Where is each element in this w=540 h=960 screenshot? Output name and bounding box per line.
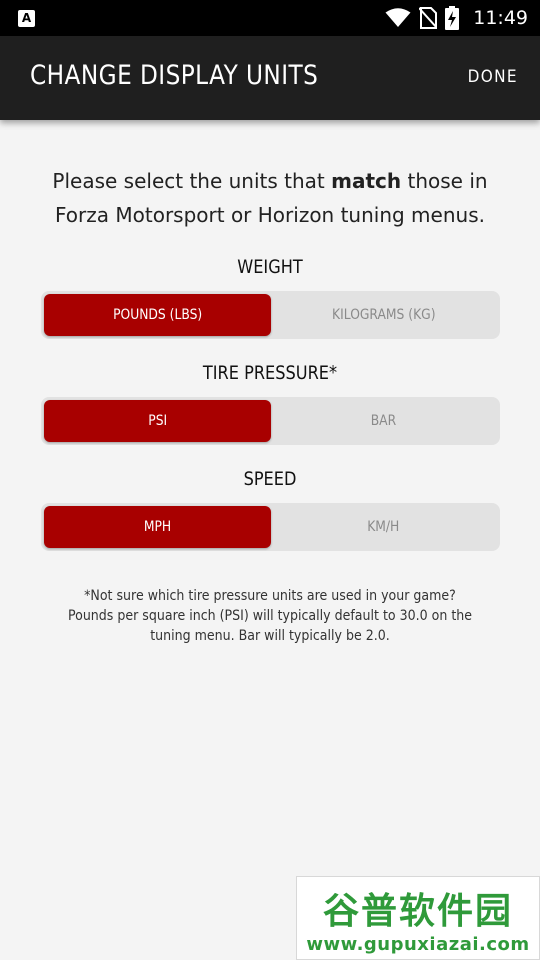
weight-label: WEIGHT bbox=[237, 256, 303, 278]
speed-option-mph-label: MPH bbox=[143, 519, 171, 535]
page-title: CHANGE DISPLAY UNITS bbox=[30, 60, 319, 91]
tire-pressure-unit-selector: PSI BAR bbox=[41, 397, 500, 445]
tire-pressure-option-psi-label: PSI bbox=[147, 413, 167, 429]
tire-pressure-label: TIRE PRESSURE* bbox=[202, 362, 338, 384]
wifi-icon bbox=[385, 8, 411, 28]
tire-pressure-option-psi[interactable]: PSI bbox=[44, 400, 271, 442]
speed-unit-selector: MPH KM/H bbox=[41, 503, 500, 551]
weight-option-kilograms-label: KILOGRAMS (KG) bbox=[332, 307, 436, 323]
watermark-title: 谷普软件园 bbox=[322, 890, 513, 932]
no-sim-icon bbox=[419, 7, 438, 29]
battery-charging-icon bbox=[445, 6, 460, 30]
weight-option-kilograms[interactable]: KILOGRAMS (KG) bbox=[271, 294, 498, 336]
footnote-text: *Not sure which tire pressure units are … bbox=[67, 588, 473, 644]
notification-app-icon: A bbox=[18, 10, 35, 27]
weight-unit-selector: POUNDS (LBS) KILOGRAMS (KG) bbox=[41, 291, 500, 339]
weight-option-pounds[interactable]: POUNDS (LBS) bbox=[44, 294, 271, 336]
status-icons: 11:49 bbox=[385, 0, 528, 36]
app-bar: CHANGE DISPLAY UNITS DONE bbox=[0, 36, 540, 120]
tire-pressure-option-bar[interactable]: BAR bbox=[271, 400, 498, 442]
speed-option-kmh[interactable]: KM/H bbox=[271, 506, 498, 548]
intro-text: Please select the units that match those… bbox=[40, 164, 500, 232]
tire-pressure-footnote: *Not sure which tire pressure units are … bbox=[40, 586, 500, 646]
intro-text-bold: match bbox=[331, 169, 402, 193]
speed-label: SPEED bbox=[243, 468, 297, 490]
watermark-logo: 谷普软件园 www.gupuxiazai.com bbox=[296, 876, 540, 960]
speed-option-mph[interactable]: MPH bbox=[44, 506, 271, 548]
tire-pressure-option-bar-label: BAR bbox=[371, 413, 397, 429]
weight-option-pounds-label: POUNDS (LBS) bbox=[112, 307, 202, 323]
speed-option-kmh-label: KM/H bbox=[367, 519, 400, 535]
status-bar: A 11:49 bbox=[0, 0, 540, 36]
intro-text-before: Please select the units that bbox=[52, 169, 332, 193]
done-button[interactable]: DONE bbox=[468, 67, 518, 87]
watermark-url: www.gupuxiazai.com bbox=[306, 933, 530, 955]
status-time: 11:49 bbox=[473, 7, 528, 29]
